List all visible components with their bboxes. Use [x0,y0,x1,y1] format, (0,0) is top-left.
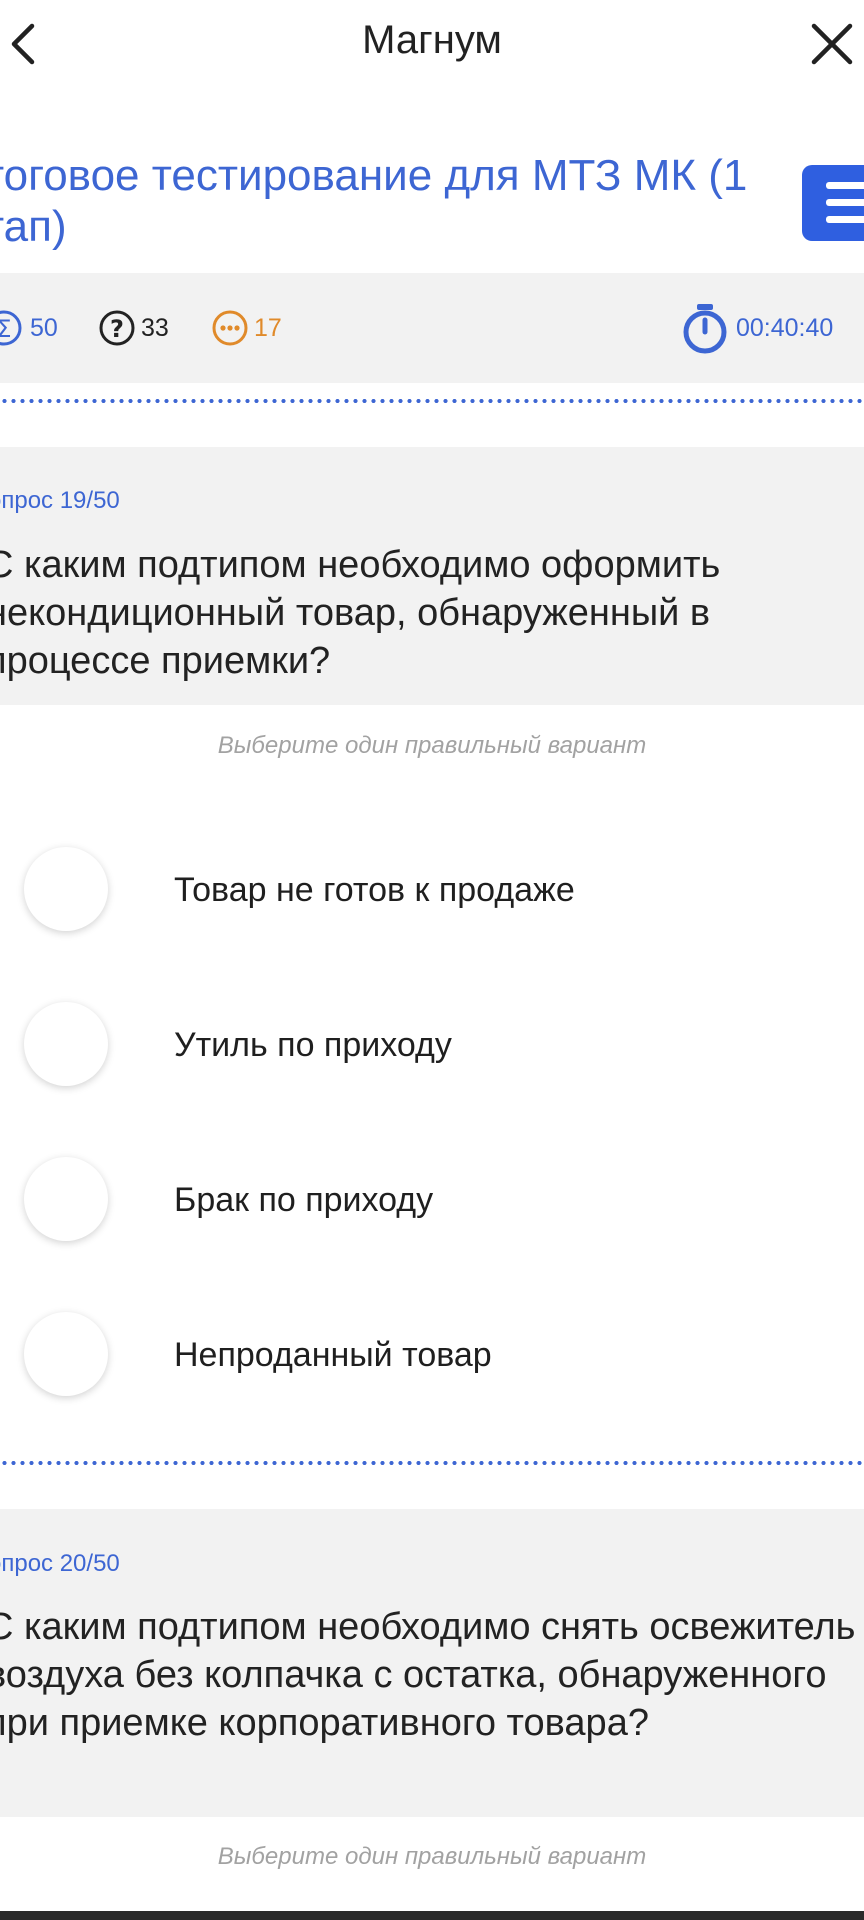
option-label: Утиль по приходу [174,1026,452,1064]
stats-bar: Σ 50 ? 33 17 00:40:40 [0,273,864,383]
divider-dotted [0,399,864,403]
timer: 00:40:40 [680,273,833,383]
timer-value: 00:40:40 [736,313,834,342]
stat-unanswered-value: 33 [141,313,169,342]
answer-hint: Выберите один правильный вариант [217,1843,647,1870]
option-label: Товар не готов к продаже [174,871,575,909]
answer-option[interactable]: Брак по приходу [0,1140,864,1260]
answer-option[interactable]: Товар не готов к продаже [0,830,864,950]
svg-text:?: ? [110,315,124,343]
test-title: тоговое тестирование для МТЗ МК (1 тап) [0,151,748,251]
close-icon [811,23,853,65]
question-text: С каким подтипом необходимо снять освежи… [0,1606,856,1744]
answer-option[interactable]: Утиль по приходу [0,985,864,1105]
sum-icon: Σ [0,310,22,346]
question-block: опрос 19/50 С каким подтипом необходимо … [0,447,864,705]
divider-dotted [0,1461,864,1465]
question-circle-icon: ? [99,310,135,346]
question-block: опрос 20/50 С каким подтипом необходимо … [0,1509,864,1817]
system-navigation-bar [0,1911,864,1920]
radio-button[interactable] [24,847,108,931]
close-button[interactable] [810,22,854,66]
more-dots-icon [212,310,248,346]
radio-button[interactable] [24,1312,108,1396]
answer-hint: Выберите один правильный вариант [217,732,647,759]
question-text: С каким подтипом необходимо оформить нек… [0,544,721,682]
option-label: Непроданный товар [174,1336,492,1374]
menu-button[interactable] [802,165,864,241]
radio-button[interactable] [24,1002,108,1086]
stat-total-value: 50 [30,313,58,342]
app-title: Магнум [362,18,502,62]
radio-button[interactable] [24,1157,108,1241]
question-number: опрос 20/50 [0,1550,120,1577]
question-number: опрос 19/50 [0,487,120,514]
svg-text:Σ: Σ [0,315,12,343]
stat-unanswered: ? 33 [99,273,169,383]
stopwatch-icon [683,304,727,354]
option-label: Брак по приходу [174,1181,434,1219]
stat-remaining: 17 [212,273,282,383]
answer-option[interactable]: Непроданный товар [0,1295,864,1415]
stat-remaining-value: 17 [254,313,282,342]
stat-total: Σ 50 [0,273,58,383]
